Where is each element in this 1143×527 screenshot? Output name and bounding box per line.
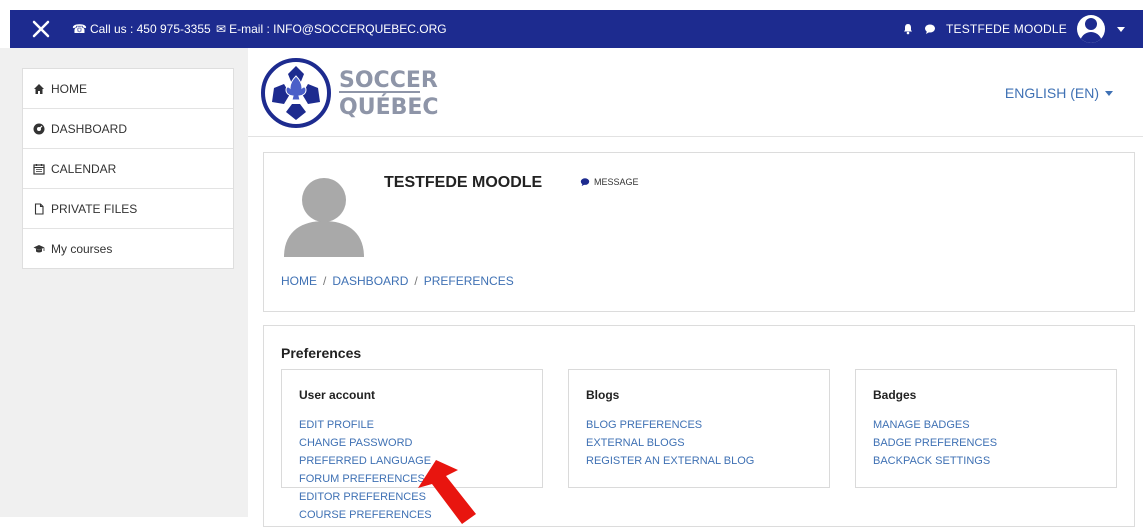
profile-name: TESTFEDE MOODLE xyxy=(384,174,543,191)
sidebar-item-label: My courses xyxy=(51,241,113,256)
breadcrumb: HOME / DASHBOARD / PREFERENCES xyxy=(281,274,514,288)
sidebar-item-label: PRIVATE FILES xyxy=(51,201,138,216)
chevron-down-icon xyxy=(1105,90,1113,96)
email-text: E-mail : INFO@SOCCERQUEBEC.ORG xyxy=(229,22,447,36)
sidebar-item-label: CALENDAR xyxy=(51,161,117,176)
page-title: Preferences xyxy=(281,345,362,361)
sidebar-item-home[interactable]: HOME xyxy=(23,69,233,109)
phone-icon: ☎ xyxy=(72,22,87,36)
preferred-language-link[interactable]: PREFERRED LANGUAGE xyxy=(299,452,432,470)
section-heading: User account xyxy=(299,388,376,402)
message-button[interactable]: MESSAGE xyxy=(580,177,639,187)
language-selector[interactable]: ENGLISH (EN) xyxy=(1005,85,1113,101)
breadcrumb-separator: / xyxy=(414,274,418,288)
close-icon[interactable] xyxy=(28,16,54,42)
section-heading: Badges xyxy=(873,388,917,402)
edit-profile-link[interactable]: EDIT PROFILE xyxy=(299,416,432,434)
contact-info: ☎ Call us : 450 975-3355 ✉ E-mail : INFO@S… xyxy=(72,22,447,36)
red-arrow-annotation xyxy=(418,460,476,524)
calendar-icon xyxy=(33,163,45,175)
chat-icon xyxy=(580,178,590,187)
home-icon xyxy=(34,83,44,94)
blog-preferences-link[interactable]: BLOG PREFERENCES xyxy=(586,416,754,434)
breadcrumb-home[interactable]: HOME xyxy=(281,274,317,288)
dashboard-icon xyxy=(33,123,45,134)
top-bar: ☎ Call us : 450 975-3355 ✉ E-mail : INFO@S… xyxy=(10,10,1143,48)
phone-text: Call us : 450 975-3355 xyxy=(89,22,211,36)
file-icon xyxy=(34,202,44,215)
language-label: ENGLISH (EN) xyxy=(1004,85,1099,101)
sidebar-item-label: HOME xyxy=(51,81,87,96)
external-blogs-link[interactable]: EXTERNAL BLOGS xyxy=(586,434,754,452)
user-picture[interactable] xyxy=(282,167,366,257)
blogs-section: Blogs BLOG PREFERENCES EXTERNAL BLOGS RE… xyxy=(568,369,830,488)
register-external-blog-link[interactable]: REGISTER AN EXTERNAL BLOG xyxy=(586,452,754,470)
chevron-down-icon[interactable] xyxy=(1117,26,1125,32)
avatar[interactable] xyxy=(1077,15,1105,43)
mail-icon: ✉ xyxy=(216,22,227,36)
logo-text-top: SOCCER xyxy=(339,68,438,93)
logo-text-bottom: QUÉBEC xyxy=(339,94,439,120)
brand-bar: SOCCER QUÉBEC ENGLISH (EN) xyxy=(248,48,1143,137)
sidebar-item-label: DASHBOARD xyxy=(51,121,128,136)
course-preferences-link[interactable]: COURSE PREFERENCES xyxy=(299,506,432,524)
backpack-settings-link[interactable]: BACKPACK SETTINGS xyxy=(873,452,997,470)
editor-preferences-link[interactable]: EDITOR PREFERENCES xyxy=(299,488,432,506)
section-heading: Blogs xyxy=(586,388,620,402)
badge-preferences-link[interactable]: BADGE PREFERENCES xyxy=(873,434,997,452)
sidebar-item-dashboard[interactable]: DASHBOARD xyxy=(23,109,233,149)
breadcrumb-separator: / xyxy=(323,274,327,288)
graduation-cap-icon xyxy=(33,244,45,252)
chat-icon[interactable] xyxy=(924,23,936,35)
soccer-quebec-logo[interactable]: SOCCER QUÉBEC xyxy=(260,54,450,132)
breadcrumb-preferences[interactable]: PREFERENCES xyxy=(424,274,514,288)
sidebar-item-private-files[interactable]: PRIVATE FILES xyxy=(23,189,233,229)
preferences-card: Preferences User account EDIT PROFILE CH… xyxy=(263,325,1135,527)
user-menu-name[interactable]: TESTFEDE MOODLE xyxy=(946,22,1067,36)
user-area: TESTFEDE MOODLE xyxy=(902,15,1125,43)
sidebar-nav: HOME DASHBOARD CALENDAR PRIVATE FILES My… xyxy=(22,68,234,269)
bell-icon[interactable] xyxy=(902,23,914,35)
profile-header-card: TESTFEDE MOODLE MESSAGE HOME / DASHBOARD / P… xyxy=(263,152,1135,312)
forum-preferences-link[interactable]: FORUM PREFERENCES xyxy=(299,470,432,488)
change-password-link[interactable]: CHANGE PASSWORD xyxy=(299,434,432,452)
manage-badges-link[interactable]: MANAGE BADGES xyxy=(873,416,997,434)
sidebar-item-my-courses[interactable]: My courses xyxy=(23,229,233,268)
user-account-section: User account EDIT PROFILE CHANGE PASSWOR… xyxy=(281,369,543,521)
badges-section: Badges MANAGE BADGES BADGE PREFERENCES B… xyxy=(855,369,1117,488)
breadcrumb-dashboard[interactable]: DASHBOARD xyxy=(332,274,408,288)
message-label: MESSAGE xyxy=(594,177,639,187)
sidebar-item-calendar[interactable]: CALENDAR xyxy=(23,149,233,189)
